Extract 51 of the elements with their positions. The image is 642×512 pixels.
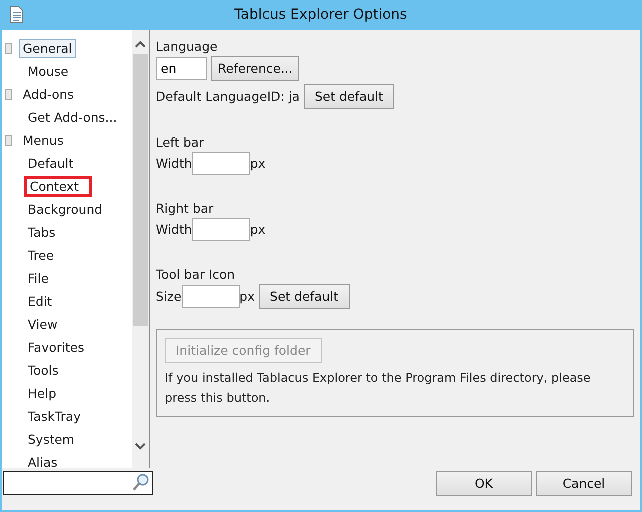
tree-item[interactable]: Mouse [24,62,73,81]
tree-item[interactable]: Favorites [24,338,88,357]
tree-item[interactable]: Context [24,176,92,197]
tree-item[interactable]: Default [24,154,78,173]
field-label: Width [156,221,192,239]
document-icon [10,6,24,24]
search-field[interactable] [3,471,153,495]
note-text: If you installed Tablacus Explorer to the Program Files directory, please press this button. [165,370,592,407]
tree-item[interactable]: Background [24,200,107,219]
tree-item[interactable]: Help [24,384,60,403]
unit-label: px [240,288,256,306]
field-label: Width [156,155,192,173]
section-label: Left bar [156,134,206,152]
expander-icon[interactable] [5,43,12,54]
scrollbar-thumb[interactable] [133,54,148,326]
field-label: Size [156,288,182,306]
scrollbar[interactable] [132,30,149,468]
tree-item[interactable]: Tree [24,246,58,265]
tree-item[interactable]: File [24,269,53,288]
tree-item[interactable]: TaskTray [24,407,85,426]
tree-item[interactable]: View [24,315,62,334]
section-label: Tool bar Icon [156,266,236,284]
scroll-up-icon[interactable] [135,41,146,48]
scroll-down-icon[interactable] [135,443,146,450]
input-field[interactable] [192,152,250,175]
section-label: Language [156,38,219,56]
reference-button[interactable]: Reference... [211,56,299,81]
tree-item[interactable]: Add-ons [19,85,78,104]
default-language-text: Default LanguageID: ja [156,88,300,106]
search-icon [133,474,149,492]
tree-item[interactable]: Get Add-ons... [24,108,122,127]
unit-label: px [250,155,266,173]
tree-item[interactable]: System [24,430,79,449]
input-field[interactable] [192,218,250,241]
expander-icon[interactable] [5,89,12,100]
unit-label: px [250,221,266,239]
tree-item[interactable]: Alias [24,453,62,468]
language-field[interactable]: en [156,57,207,80]
tree-item[interactable]: Tabs [24,223,60,242]
tree-item[interactable]: Menus [19,131,68,150]
tree-item[interactable]: Tools [24,361,63,380]
set-default-button[interactable]: Set default [259,284,350,309]
input-field[interactable] [182,285,240,308]
dialog-button[interactable]: OK [436,471,532,496]
tree-item[interactable]: General [19,39,76,58]
expander-icon[interactable] [5,135,12,146]
set-default-button[interactable]: Set default [304,84,394,109]
section-label: Right bar [156,200,215,218]
window-title: Tablcus Explorer Options [234,7,408,23]
dialog-button[interactable]: Cancel [536,471,632,496]
tree-item[interactable]: Edit [24,292,56,311]
